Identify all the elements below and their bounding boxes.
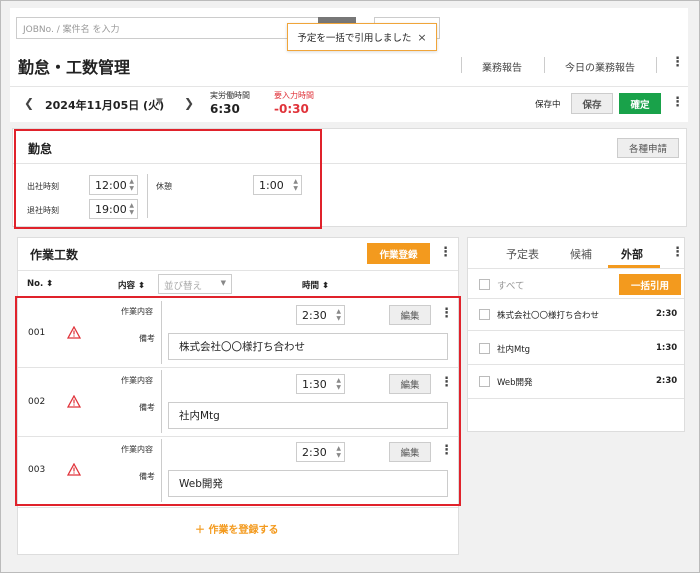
chevron-down-icon: ▼ xyxy=(220,279,226,287)
actual-hours-label: 実労働時間 xyxy=(210,91,250,100)
column-no-label: No. xyxy=(27,279,44,289)
divider xyxy=(468,268,684,269)
required-hours-value: -0:30 xyxy=(274,102,309,116)
select-all-checkbox[interactable] xyxy=(479,279,490,290)
item-name: Web開発 xyxy=(497,378,533,388)
select-all-label: すべて xyxy=(497,281,525,292)
today-report-link[interactable]: 今日の業務報告 xyxy=(565,59,635,74)
date-dropdown-icon[interactable]: ▼ xyxy=(156,97,163,107)
column-content[interactable]: 内容 ⬍ xyxy=(118,279,145,291)
bulk-cite-button[interactable]: 一括引用 xyxy=(619,274,681,295)
item-time: 2:30 xyxy=(656,309,678,319)
item-name: 社内Mtg xyxy=(497,345,531,355)
divider xyxy=(468,398,684,399)
column-content-label: 内容 xyxy=(118,281,136,291)
request-button[interactable]: 各種申請 xyxy=(617,138,679,158)
divider xyxy=(468,364,684,365)
page-title: 勤怠・工数管理 xyxy=(18,58,131,77)
sort-icon: ⬍ xyxy=(135,281,146,291)
highlight-box xyxy=(15,296,461,506)
divider xyxy=(18,270,458,271)
toast-message: 予定を一括で引用しました xyxy=(297,33,412,44)
sort-icon: ⬍ xyxy=(319,281,330,291)
sort-placeholder: 並び替え xyxy=(164,281,203,292)
work-title: 作業工数 xyxy=(30,248,79,262)
date-more-icon[interactable]: ⋮ xyxy=(671,95,684,110)
tab-schedule[interactable]: 予定表 xyxy=(506,246,539,262)
column-no[interactable]: No. ⬍ xyxy=(27,279,53,289)
register-work-button[interactable]: 作業登録 xyxy=(367,243,430,264)
tab-external[interactable]: 外部 xyxy=(621,246,643,262)
required-hours-label: 要入力時間 xyxy=(274,91,314,100)
column-time[interactable]: 時間 ⬍ xyxy=(302,279,329,291)
divider xyxy=(656,57,657,73)
work-report-link[interactable]: 業務報告 xyxy=(482,59,522,74)
next-date-icon[interactable]: ❯ xyxy=(184,96,194,110)
current-date[interactable]: 2024年11月05日 (火) xyxy=(45,97,164,113)
sort-select[interactable]: 並び替え ▼ xyxy=(158,274,232,294)
divider xyxy=(468,298,684,299)
side-more-icon[interactable]: ⋮ xyxy=(671,245,684,260)
highlight-box xyxy=(14,129,322,229)
close-icon[interactable]: × xyxy=(417,31,426,44)
item-checkbox[interactable] xyxy=(479,343,490,354)
add-work-link[interactable]: ＋ 作業を登録する xyxy=(195,521,278,536)
saving-status: 保存中 xyxy=(535,100,561,110)
search-placeholder: JOBNo. / 案件名 を入力 xyxy=(23,25,120,35)
save-button[interactable]: 保存 xyxy=(571,93,613,114)
item-checkbox[interactable] xyxy=(479,376,490,387)
prev-date-icon[interactable]: ❮ xyxy=(24,96,34,110)
divider xyxy=(461,57,462,73)
item-checkbox[interactable] xyxy=(479,309,490,320)
divider xyxy=(544,57,545,73)
toast-notification: 予定を一括で引用しました × xyxy=(287,23,437,51)
item-name: 株式会社〇〇様打ち合わせ xyxy=(497,311,600,321)
confirm-button[interactable]: 確定 xyxy=(619,93,661,114)
column-time-label: 時間 xyxy=(302,281,320,291)
tab-candidates[interactable]: 候補 xyxy=(570,246,592,262)
actual-hours-value: 6:30 xyxy=(210,102,240,116)
divider xyxy=(468,330,684,331)
divider xyxy=(18,507,458,508)
header-more-icon[interactable]: ⋮ xyxy=(671,55,684,70)
item-time: 1:30 xyxy=(656,343,678,353)
work-more-icon[interactable]: ⋮ xyxy=(439,245,452,260)
item-time: 2:30 xyxy=(656,376,678,386)
sort-icon: ⬍ xyxy=(43,279,54,289)
